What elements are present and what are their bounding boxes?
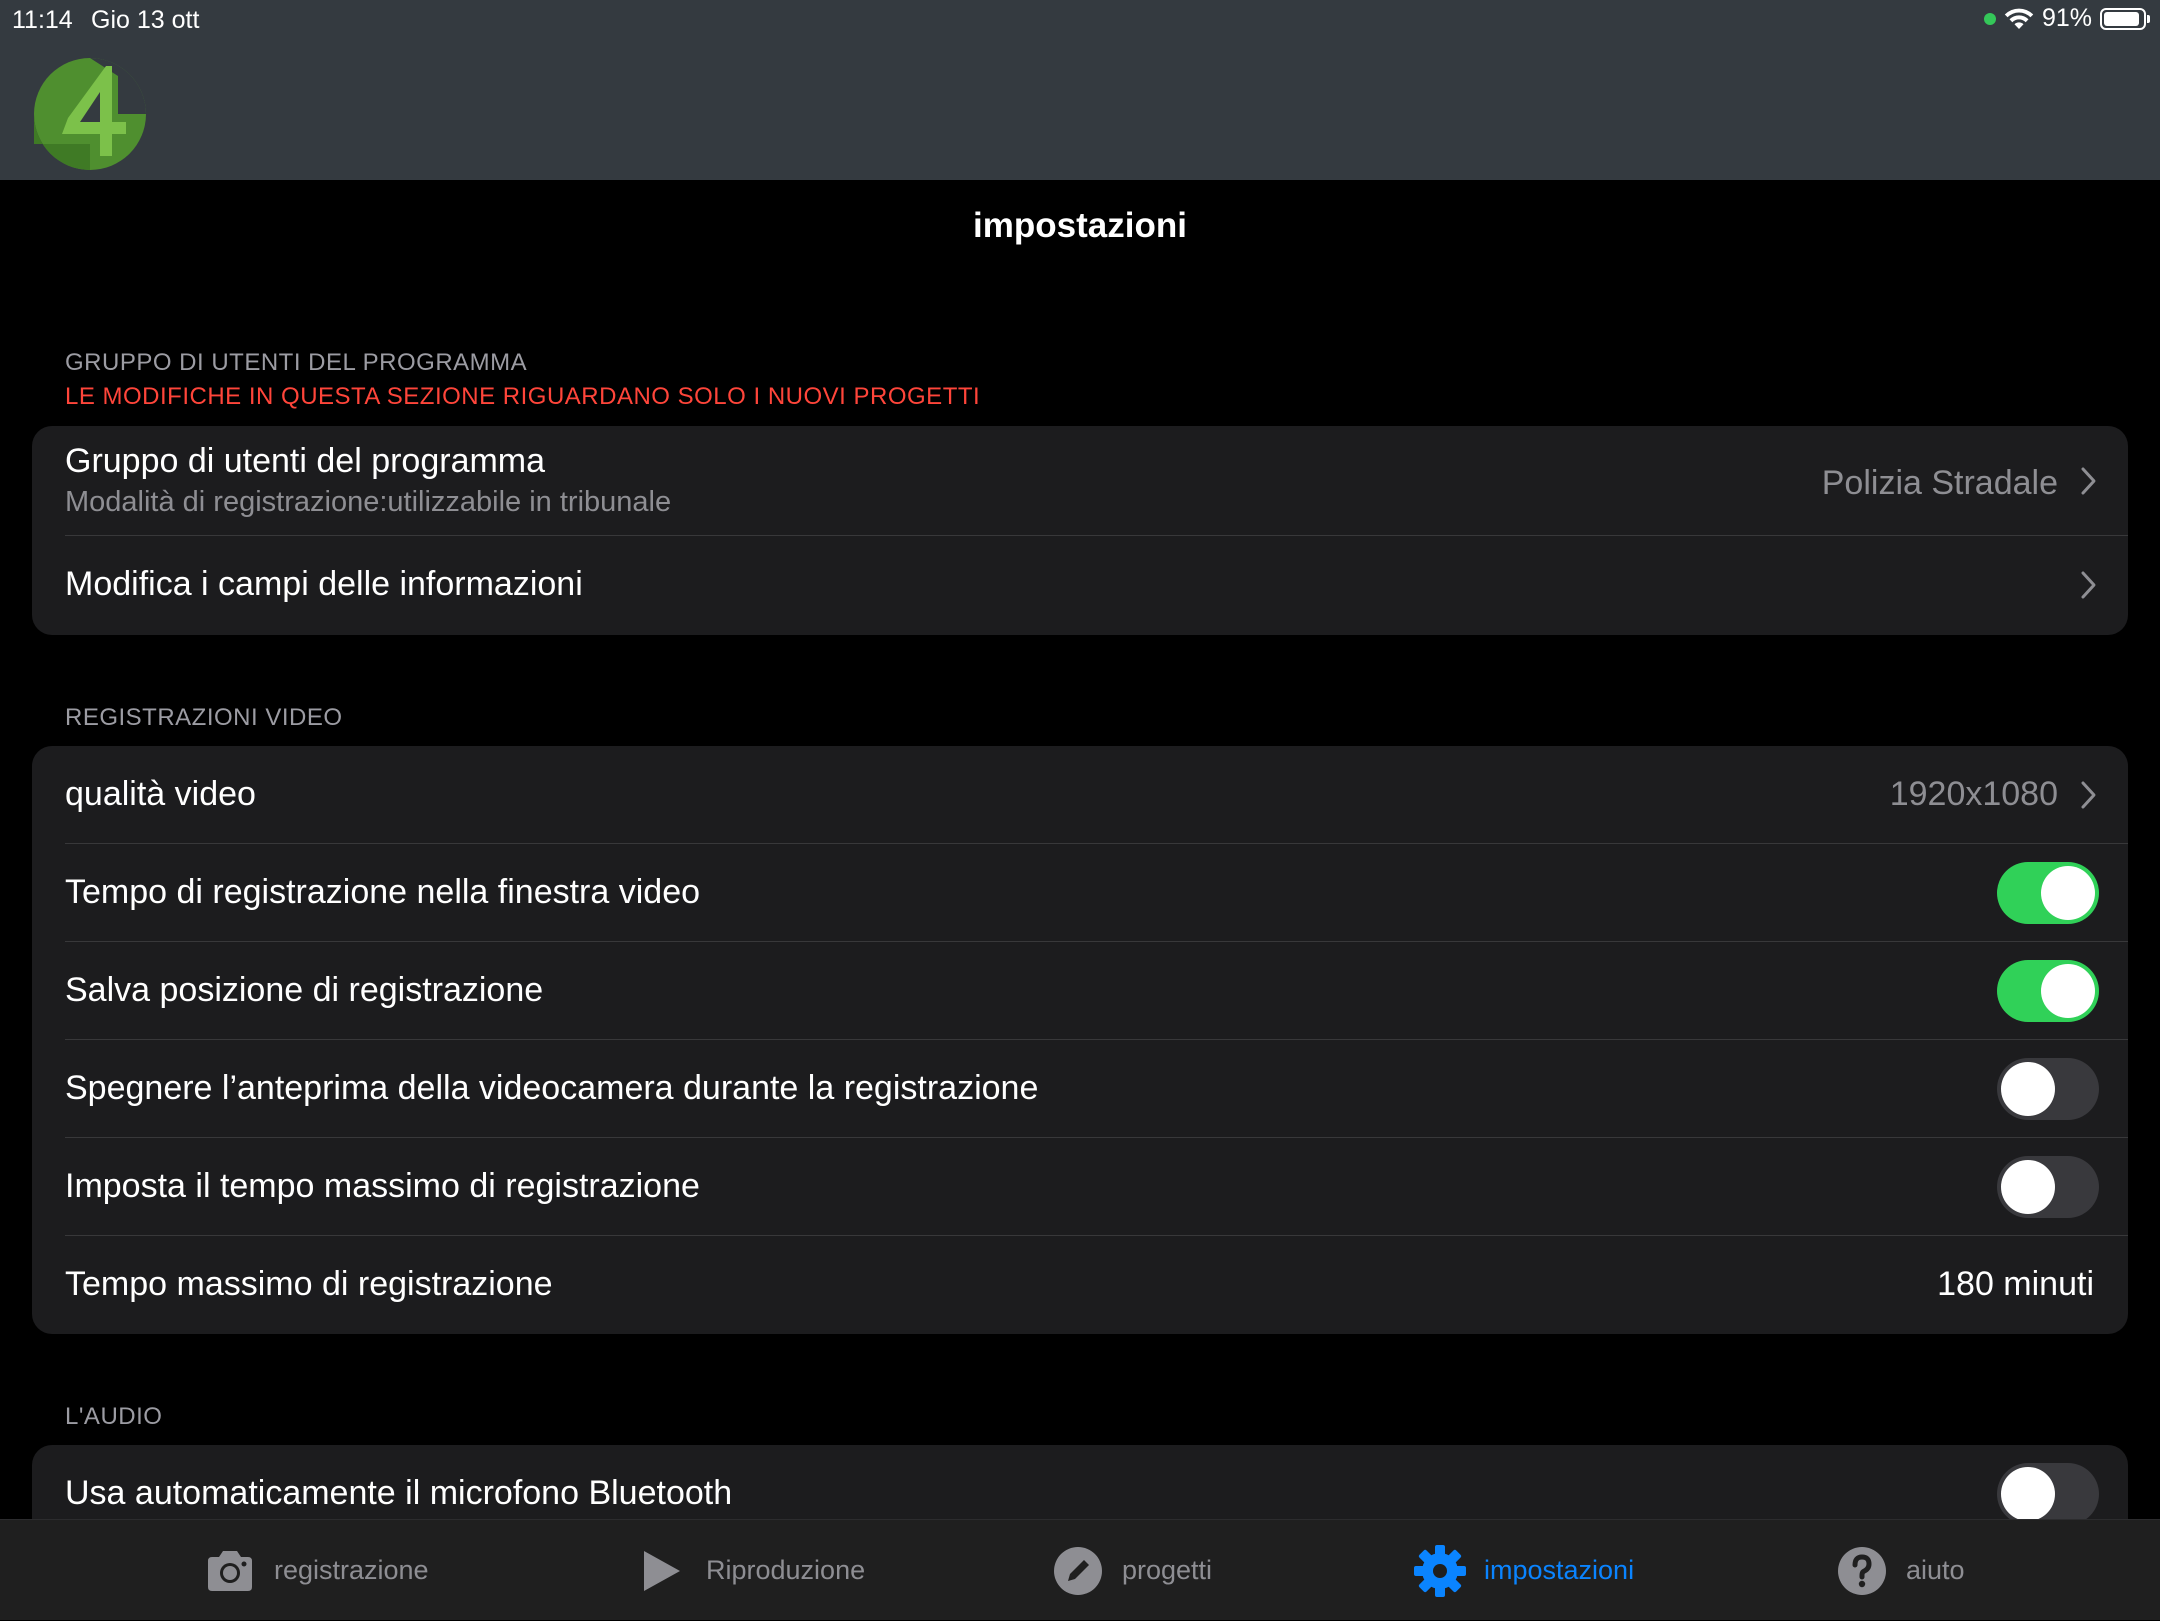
tab-help[interactable]: aiuto [1834,1520,1965,1621]
status-indicators: 91% [1983,4,2150,33]
section-header-users: GRUPPO DI UTENTI DEL PROGRAMMA [65,349,528,376]
edit-info-fields-row[interactable]: Modifica i campi delle informazioni [65,536,2128,634]
rec-time-overlay-row: Tempo di registrazione nella finestra vi… [65,844,2128,942]
user-group-row[interactable]: Gruppo di utenti del programma Modalità … [65,426,2128,536]
max-time-value: 180 minuti [1937,1265,2094,1303]
status-time: 11:14 [12,6,73,34]
preview-off-label: Spegnere l’anteprima della videocamera d… [65,1069,1039,1107]
tab-recording-label: registrazione [274,1555,429,1585]
battery-icon [2100,7,2150,30]
max-time-label: Tempo massimo di registrazione [65,1265,553,1303]
chevron-right-icon [2081,467,2096,495]
video-quality-row[interactable]: qualità video 1920x1080 [65,746,2128,844]
help-circle-icon [1838,1546,1886,1595]
page-title: impostazioni [973,206,1187,245]
users-group-card: Gruppo di utenti del programma Modalità … [32,426,2128,635]
chevron-right-icon [2081,571,2096,599]
section-header-video: REGISTRAZIONI VIDEO [65,704,343,731]
tab-bar: registrazione Riproduzione progetti impo… [0,1519,2160,1620]
user-group-sublabel: Modalità di registrazione:utilizzabile i… [65,486,672,518]
battery-percent: 91% [2041,4,2092,32]
tab-settings[interactable]: impostazioni [1412,1520,1634,1621]
save-position-toggle[interactable] [1997,960,2099,1022]
section-header-audio: L'AUDIO [65,1403,163,1430]
tab-playback[interactable]: Riproduzione [634,1520,865,1621]
tab-playback-label: Riproduzione [706,1555,866,1585]
app-header [0,40,2160,180]
preview-off-toggle[interactable] [1997,1058,2099,1120]
gear-icon [1414,1544,1466,1597]
max-time-toggle-row: Imposta il tempo massimo di registrazion… [65,1138,2128,1236]
play-icon [644,1550,680,1591]
user-group-label: Gruppo di utenti del programma [65,442,546,480]
edit-info-fields-label: Modifica i campi delle informazioni [65,565,583,603]
tab-projects[interactable]: progetti [1050,1520,1212,1621]
save-position-label: Salva posizione di registrazione [65,971,544,1009]
tab-settings-label: impostazioni [1484,1555,1635,1585]
tab-projects-label: progetti [1122,1555,1213,1585]
max-time-row[interactable]: Tempo massimo di registrazione 180 minut… [65,1236,2128,1334]
bluetooth-mic-toggle[interactable] [1997,1463,2099,1525]
wifi-icon [2004,8,2034,29]
camera-icon [208,1550,252,1591]
user-group-value: Polizia Stradale [1821,464,2058,502]
status-bar: 11:14 Gio 13 ott 91% [0,0,2160,40]
video-quality-label: qualità video [65,775,256,813]
max-time-toggle-label: Imposta il tempo massimo di registrazion… [65,1167,700,1205]
status-date: Gio 13 ott [91,6,200,34]
bluetooth-mic-label: Usa automaticamente il microfono Bluetoo… [65,1474,733,1512]
rec-time-overlay-label: Tempo di registrazione nella finestra vi… [65,873,701,911]
chevron-right-icon [2081,781,2096,809]
pencil-circle-icon [1054,1546,1102,1595]
preview-off-row: Spegnere l’anteprima della videocamera d… [65,1040,2128,1138]
max-time-toggle[interactable] [1997,1156,2099,1218]
tab-recording[interactable]: registrazione [202,1520,429,1621]
privacy-indicator-icon [1983,12,1996,25]
section-warning: LE MODIFICHE IN QUESTA SEZIONE RIGUARDAN… [65,383,981,410]
tab-help-label: aiuto [1906,1555,1965,1585]
video-quality-value: 1920x1080 [1889,775,2058,813]
app-logo [34,58,146,170]
video-settings-card: qualità video 1920x1080 Tempo di registr… [32,746,2128,1334]
save-position-row: Salva posizione di registrazione [65,942,2128,1040]
rec-time-overlay-toggle[interactable] [1997,862,2099,924]
